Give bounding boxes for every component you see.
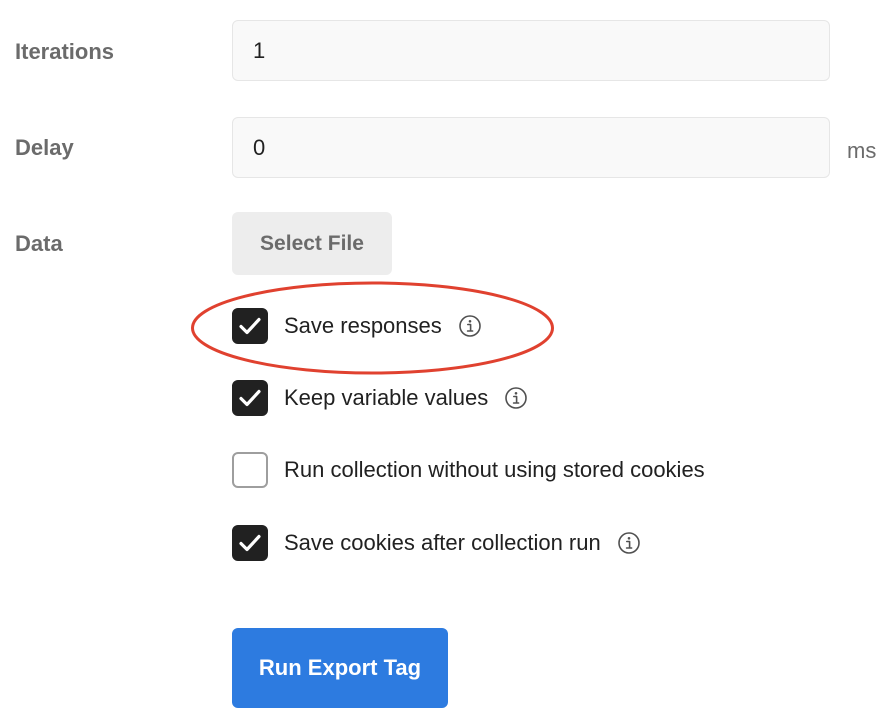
run-without-cookies-label: Run collection without using stored cook… [284,457,705,482]
option-save-responses[interactable]: Save responses [232,308,482,344]
option-save-cookies[interactable]: Save cookies after collection run [232,525,641,561]
info-icon[interactable] [617,531,641,555]
checkmark-icon [239,389,261,407]
data-label: Data [15,231,63,256]
delay-unit-label: ms [847,138,877,163]
save-responses-label: Save responses [284,313,442,338]
checkmark-icon [239,534,261,552]
save-cookies-label: Save cookies after collection run [284,530,601,555]
select-file-button[interactable]: Select File [232,212,392,275]
keep-variable-values-checkbox[interactable] [232,380,268,416]
option-keep-variable-values[interactable]: Keep variable values [232,380,528,416]
collection-runner-settings: Iterations Delay ms Data Select File Sav… [0,0,894,728]
iterations-label: Iterations [15,39,115,64]
keep-variable-values-label: Keep variable values [284,385,489,410]
run-without-cookies-checkbox[interactable] [232,452,268,488]
delay-input[interactable] [232,117,830,178]
option-run-without-cookies[interactable]: Run collection without using stored cook… [232,452,705,488]
save-responses-checkbox[interactable] [232,308,268,344]
run-export-tag-button[interactable]: Run Export Tag [232,628,448,708]
info-icon[interactable] [504,386,528,410]
save-cookies-checkbox[interactable] [232,525,268,561]
info-icon[interactable] [458,314,482,338]
delay-label: Delay [15,135,74,160]
iterations-input[interactable] [232,20,830,81]
checkmark-icon [239,317,261,335]
